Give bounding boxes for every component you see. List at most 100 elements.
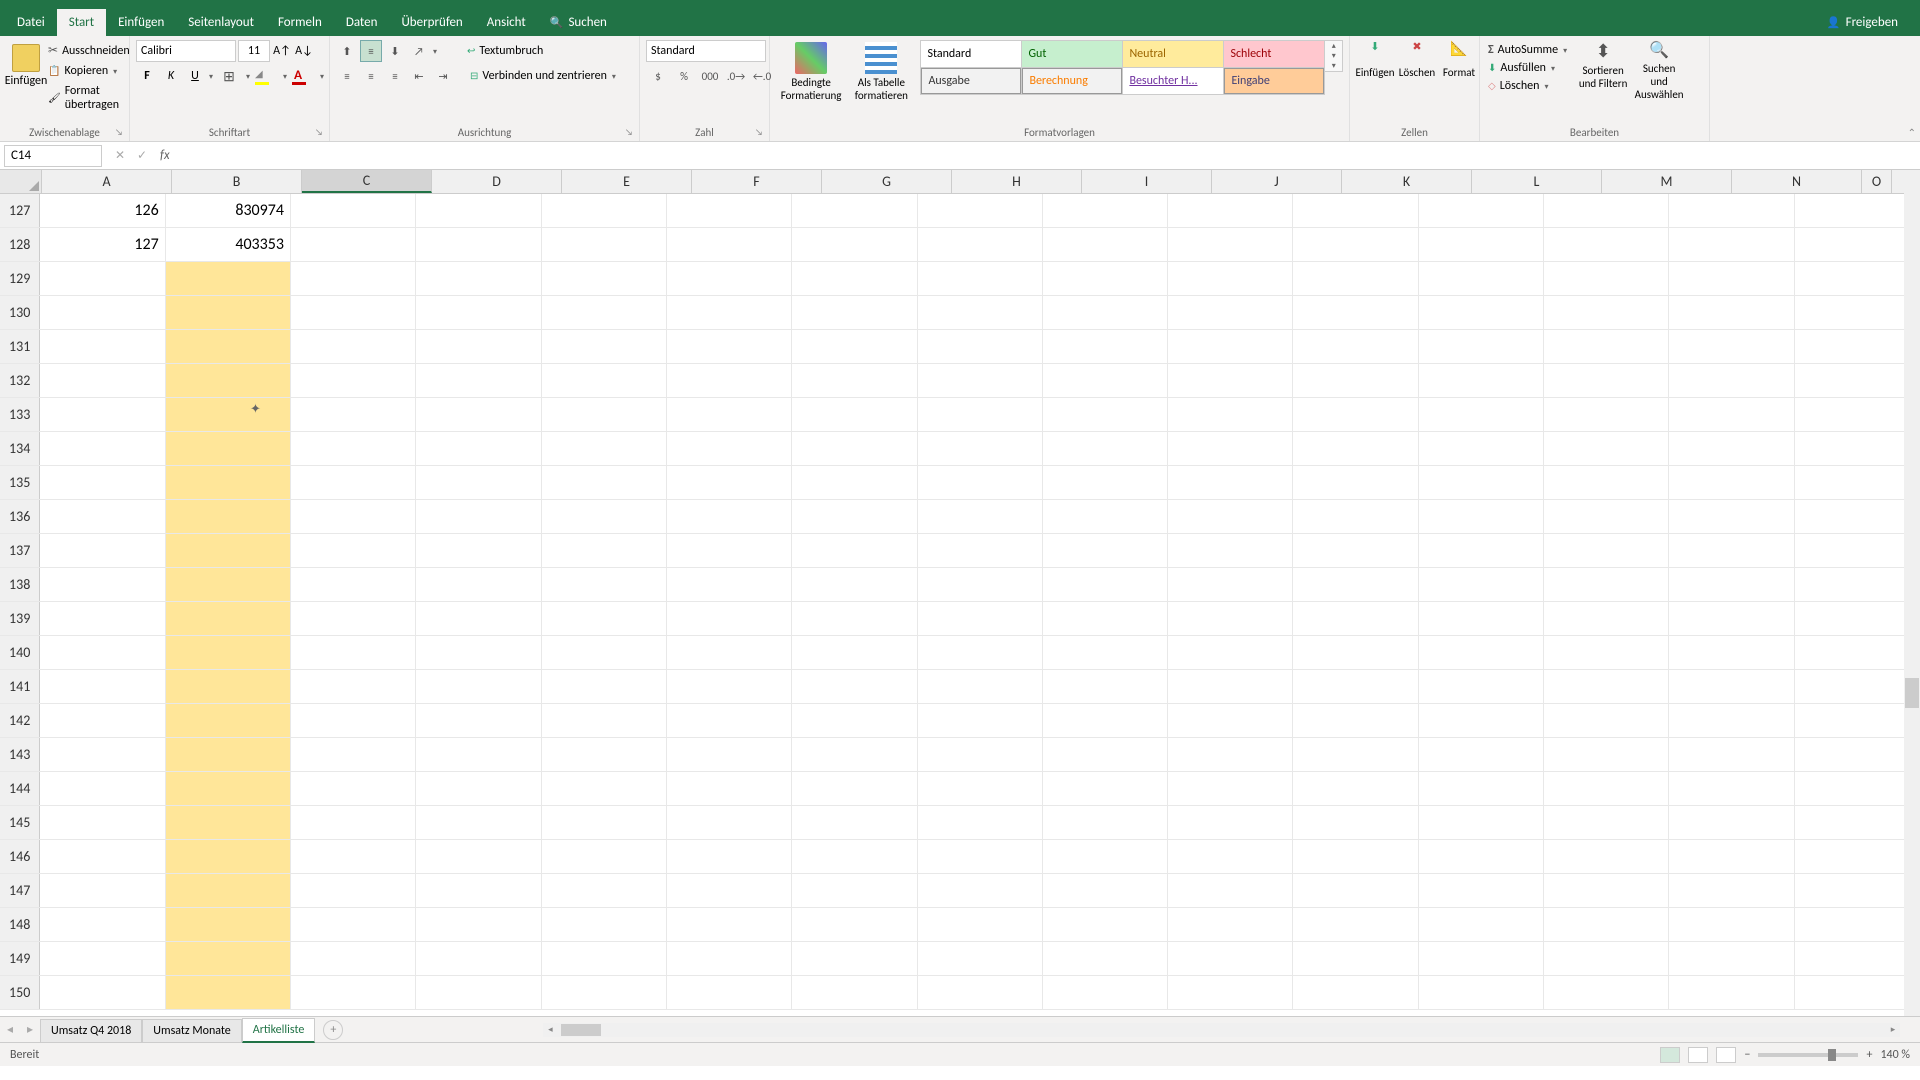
row-header[interactable]: 142: [0, 704, 40, 737]
row-header[interactable]: 146: [0, 840, 40, 873]
cell[interactable]: [1168, 942, 1293, 975]
name-box[interactable]: [4, 145, 102, 167]
cell[interactable]: [542, 738, 667, 771]
cell[interactable]: [1669, 874, 1794, 907]
cell[interactable]: [667, 228, 792, 261]
cell[interactable]: [166, 262, 291, 295]
cell[interactable]: [918, 772, 1043, 805]
cell[interactable]: [166, 636, 291, 669]
cell[interactable]: [1043, 534, 1168, 567]
cell[interactable]: [1168, 670, 1293, 703]
cell[interactable]: [1419, 296, 1544, 329]
cell[interactable]: [1544, 398, 1669, 431]
cell[interactable]: [1544, 262, 1669, 295]
cell[interactable]: [1795, 296, 1920, 329]
cell[interactable]: [1293, 432, 1418, 465]
fill-dropdown-icon2[interactable]: [1550, 61, 1555, 75]
cell[interactable]: [40, 908, 165, 941]
cell[interactable]: [1795, 568, 1920, 601]
cell[interactable]: [792, 738, 917, 771]
conditional-formatting-button[interactable]: Bedingte Formatierung: [776, 40, 846, 104]
increase-decimal-button[interactable]: .0→: [724, 65, 748, 87]
row-header[interactable]: 145: [0, 806, 40, 839]
cell[interactable]: [166, 534, 291, 567]
zoom-value[interactable]: 140 %: [1880, 1048, 1910, 1062]
cell[interactable]: [1293, 602, 1418, 635]
cell[interactable]: [416, 194, 541, 227]
cell[interactable]: [416, 432, 541, 465]
cell[interactable]: [1795, 500, 1920, 533]
cell[interactable]: [1544, 806, 1669, 839]
copy-button[interactable]: Kopieren: [46, 63, 132, 79]
cell[interactable]: [1293, 840, 1418, 873]
cell[interactable]: [918, 364, 1043, 397]
cell[interactable]: [1043, 432, 1168, 465]
increase-font-button[interactable]: A↑: [272, 40, 292, 62]
cell[interactable]: [40, 874, 165, 907]
cell[interactable]: [1795, 534, 1920, 567]
row-header[interactable]: 127: [0, 194, 40, 227]
select-all-button[interactable]: [0, 170, 42, 193]
cell[interactable]: [1669, 704, 1794, 737]
cell[interactable]: [542, 432, 667, 465]
zoom-in-button[interactable]: +: [1866, 1048, 1872, 1062]
cell[interactable]: [542, 500, 667, 533]
cell[interactable]: [416, 772, 541, 805]
cell[interactable]: [1168, 534, 1293, 567]
cell[interactable]: [1419, 194, 1544, 227]
cell[interactable]: [542, 772, 667, 805]
cell[interactable]: [1419, 636, 1544, 669]
cell-style-berechnung[interactable]: Berechnung: [1022, 68, 1122, 94]
cell[interactable]: [1168, 296, 1293, 329]
cell[interactable]: [1795, 976, 1920, 1009]
cell[interactable]: [1795, 262, 1920, 295]
paste-button[interactable]: Einfügen: [6, 40, 46, 92]
cell[interactable]: [1043, 908, 1168, 941]
cell[interactable]: [542, 194, 667, 227]
cell[interactable]: [1544, 772, 1669, 805]
cell[interactable]: [291, 228, 416, 261]
cell[interactable]: [40, 534, 165, 567]
cell[interactable]: [416, 942, 541, 975]
cell[interactable]: [1544, 330, 1669, 363]
cell[interactable]: [542, 976, 667, 1009]
cell[interactable]: [1168, 466, 1293, 499]
cell[interactable]: [792, 466, 917, 499]
cell[interactable]: [667, 330, 792, 363]
cell[interactable]: [1043, 874, 1168, 907]
horizontal-scrollbar[interactable]: ◂ ▸: [543, 1023, 1900, 1037]
delete-cells-button[interactable]: Löschen: [1398, 40, 1436, 79]
cell[interactable]: [1293, 976, 1418, 1009]
row-header[interactable]: 132: [0, 364, 40, 397]
cell[interactable]: [1043, 602, 1168, 635]
cell[interactable]: [542, 874, 667, 907]
fx-icon[interactable]: fx: [160, 148, 170, 163]
cell[interactable]: [918, 976, 1043, 1009]
cell[interactable]: [918, 500, 1043, 533]
sheet-tab-1[interactable]: Umsatz Q4 2018: [40, 1019, 142, 1042]
cell[interactable]: [40, 806, 165, 839]
cell[interactable]: [1043, 568, 1168, 601]
cell[interactable]: [1669, 772, 1794, 805]
cell[interactable]: [667, 194, 792, 227]
cell[interactable]: [40, 568, 165, 601]
cell[interactable]: [1419, 976, 1544, 1009]
cell[interactable]: [1544, 364, 1669, 397]
cell[interactable]: [667, 670, 792, 703]
cell[interactable]: [542, 568, 667, 601]
cell[interactable]: [416, 534, 541, 567]
cell[interactable]: [291, 432, 416, 465]
font-dialog-launcher[interactable]: [315, 127, 327, 139]
cell[interactable]: [1544, 704, 1669, 737]
cell[interactable]: [1043, 738, 1168, 771]
cell[interactable]: [40, 976, 165, 1009]
cell[interactable]: [1795, 432, 1920, 465]
cell[interactable]: [1544, 466, 1669, 499]
cell[interactable]: [166, 296, 291, 329]
cell[interactable]: [1419, 534, 1544, 567]
cell[interactable]: [1293, 670, 1418, 703]
row-header[interactable]: 149: [0, 942, 40, 975]
new-sheet-button[interactable]: +: [323, 1020, 343, 1040]
row-header[interactable]: 130: [0, 296, 40, 329]
cell[interactable]: [1419, 908, 1544, 941]
